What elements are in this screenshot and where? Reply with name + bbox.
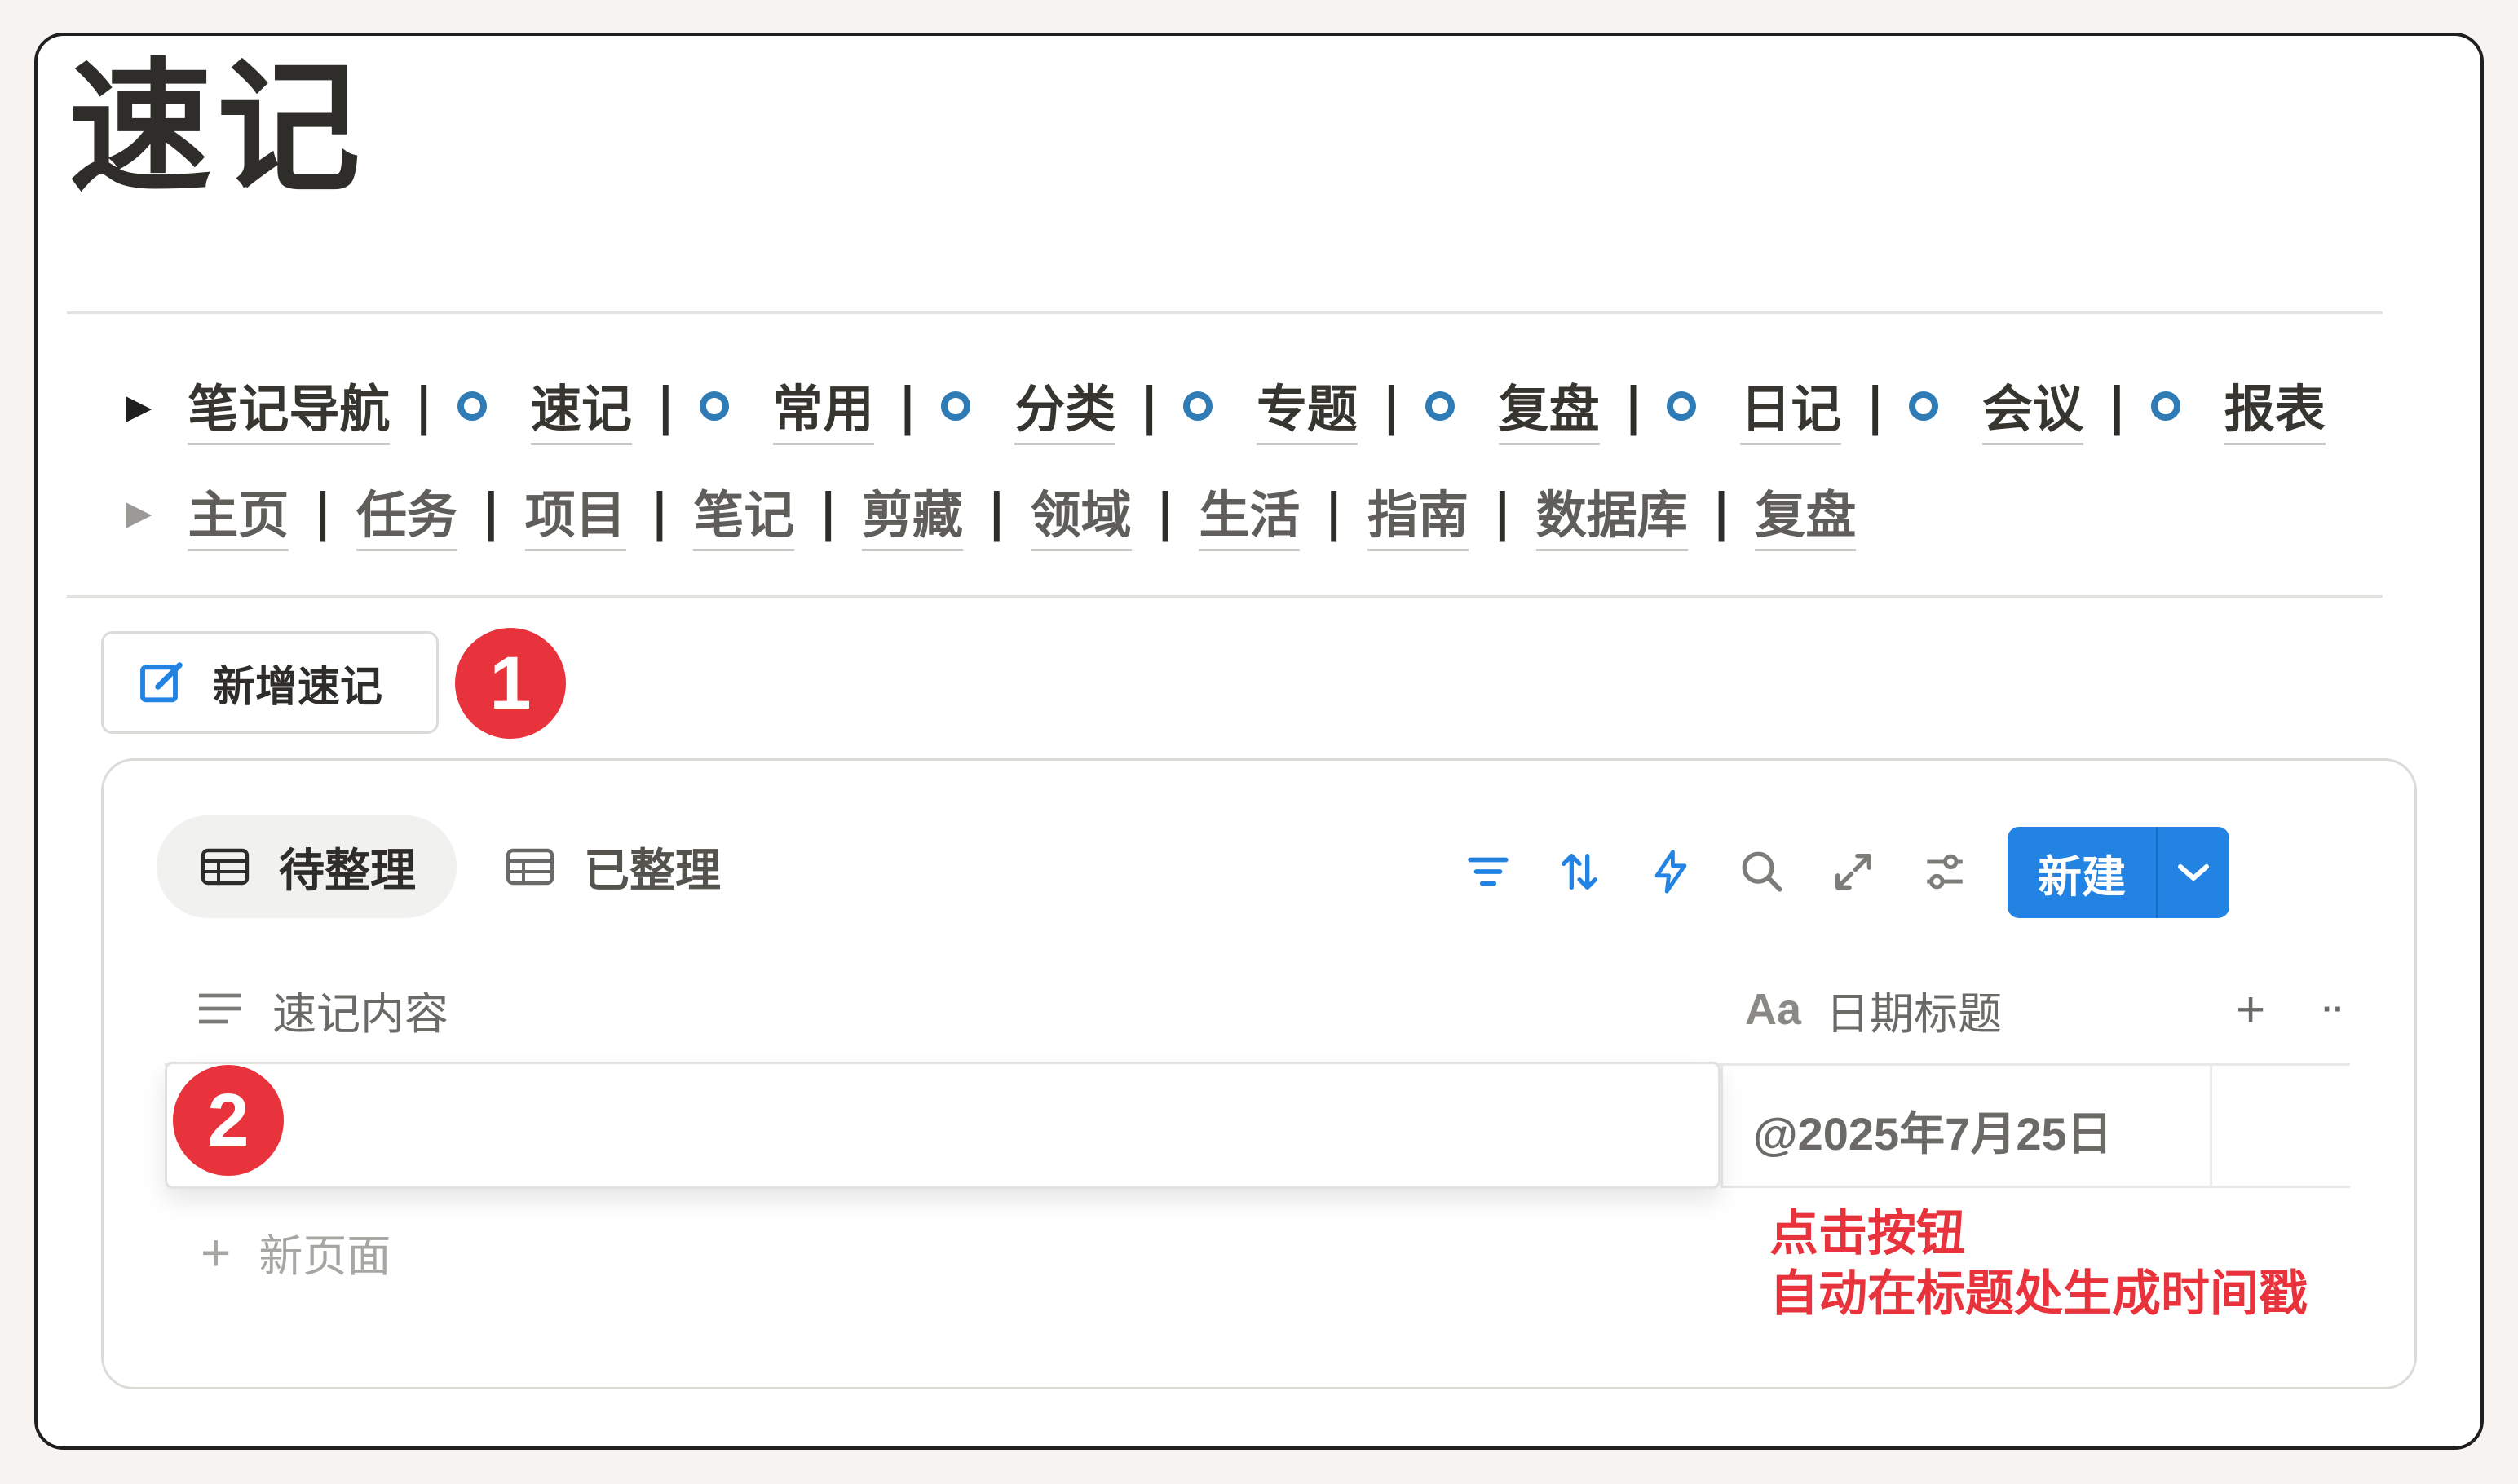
separator: | [898, 376, 917, 436]
new-record-button[interactable]: 新建 [2008, 827, 2229, 918]
edit-icon [140, 662, 183, 703]
ring-icon [1425, 391, 1455, 421]
settings-icon[interactable] [1921, 848, 1968, 895]
new-quick-note-button[interactable]: 新增速记 [101, 631, 439, 734]
separator: | [987, 482, 1006, 542]
annotation-note: 点击按钮 自动在标题处生成时间戳 [1769, 1204, 2308, 1324]
table-icon [506, 848, 554, 886]
separator: | [414, 376, 433, 436]
nav-link-guide[interactable]: 指南 [1367, 474, 1469, 551]
ring-icon [941, 391, 971, 421]
title-property-icon: Aa [1745, 985, 1802, 1034]
table-icon [201, 848, 250, 886]
secondary-nav: ▶ 主页 | 任务 | 项目 | 笔记 | 剪藏 | 领域 | 生活 | 指南 … [126, 479, 1857, 551]
nav-link-topic[interactable]: 专题 [1257, 368, 1358, 445]
column-header-content-label: 速记内容 [272, 989, 448, 1039]
toggle-triangle-icon[interactable]: ▶ [126, 386, 152, 426]
separator: | [1140, 376, 1159, 436]
separator: | [1712, 482, 1731, 542]
row-divider [1721, 1186, 2350, 1188]
nav-link-common[interactable]: 常用 [772, 368, 874, 445]
nav-link-clips[interactable]: 剪藏 [862, 474, 964, 551]
annotation-line-1: 点击按钮 [1769, 1205, 1965, 1262]
column-header-date-title[interactable]: Aa 日期标题 [1745, 978, 2002, 1040]
primary-nav: ▶ 笔记导航 | 速记 | 常用 | 分类 | 专题 | 复盘 | 日记 | 会… [126, 373, 2326, 445]
nav-link-review-2[interactable]: 复盘 [1755, 474, 1857, 551]
more-options-icon[interactable]: ·· [2322, 978, 2344, 1040]
nav-link-areas[interactable]: 领域 [1030, 474, 1132, 551]
tab-organized-label: 已整理 [584, 844, 721, 896]
column-divider [1721, 1063, 1723, 1187]
new-page-label: 新页面 [258, 1232, 391, 1281]
separator: | [1155, 482, 1175, 542]
page-title: 速记 [68, 45, 366, 212]
new-quick-note-label: 新增速记 [213, 663, 383, 711]
separator: | [2108, 376, 2127, 436]
separator: | [656, 376, 675, 436]
separator: | [313, 482, 332, 542]
tab-to-organize-label: 待整理 [279, 844, 416, 896]
nav-link-notes[interactable]: 笔记 [693, 474, 795, 551]
nav-link-quick-note[interactable]: 速记 [530, 368, 632, 445]
separator: | [1382, 376, 1401, 436]
separator: | [1324, 482, 1344, 542]
separator: | [650, 482, 669, 542]
annotation-line-2: 自动在标题处生成时间戳 [1769, 1265, 2308, 1323]
automation-icon[interactable] [1647, 848, 1694, 895]
top-divider [67, 311, 2383, 314]
sort-icon[interactable] [1556, 848, 1603, 895]
separator: | [482, 482, 501, 542]
nav-link-category[interactable]: 分类 [1014, 368, 1116, 445]
column-header-content[interactable]: 速记内容 [196, 978, 448, 1040]
separator: | [819, 482, 837, 542]
separator: | [1866, 376, 1885, 436]
filter-icon[interactable] [1464, 848, 1512, 895]
nav-link-database[interactable]: 数据库 [1535, 474, 1688, 551]
ring-icon [2150, 391, 2180, 421]
tab-organized[interactable]: 已整理 [489, 815, 750, 918]
text-lines-icon [199, 993, 241, 1024]
separator: | [1623, 376, 1643, 436]
toggle-triangle-icon[interactable]: ▶ [126, 492, 152, 532]
nav-link-tasks[interactable]: 任务 [356, 474, 457, 551]
nav-link-life[interactable]: 生活 [1199, 474, 1301, 551]
step-badge-1: 1 [455, 628, 566, 739]
search-icon[interactable] [1738, 848, 1786, 895]
ring-icon [1667, 391, 1697, 421]
nav-link-meeting[interactable]: 会议 [1982, 368, 2084, 445]
nav-link-diary[interactable]: 日记 [1740, 368, 1842, 445]
nav-link-review[interactable]: 复盘 [1498, 368, 1600, 445]
date-title-cell[interactable]: @2025年7月25日 [1753, 1098, 2113, 1164]
tab-to-organize[interactable]: 待整理 [157, 815, 457, 918]
nav-link-home[interactable]: 主页 [188, 474, 289, 551]
new-page-button[interactable]: + 新页面 [201, 1220, 391, 1284]
chevron-down-icon[interactable] [2158, 860, 2229, 885]
new-record-label: 新建 [2038, 852, 2126, 902]
ring-icon [699, 391, 729, 421]
ring-icon [1183, 391, 1213, 421]
ring-icon [1909, 391, 1939, 421]
nav-link-report[interactable]: 报表 [2224, 368, 2326, 445]
expand-icon[interactable] [1830, 848, 1877, 895]
nav-link-notes-nav[interactable]: 笔记导航 [188, 368, 391, 445]
column-divider [2210, 1063, 2212, 1187]
add-column-button[interactable]: + [2236, 978, 2265, 1040]
nav-link-projects[interactable]: 项目 [524, 474, 626, 551]
step-badge-2: 2 [173, 1065, 284, 1176]
plus-icon: + [201, 1222, 232, 1282]
nav-divider [67, 595, 2383, 598]
column-header-date-title-label: 日期标题 [1826, 989, 2003, 1039]
ring-icon [457, 391, 487, 421]
table-row-content-cell[interactable] [165, 1062, 1721, 1189]
separator: | [1493, 482, 1512, 542]
